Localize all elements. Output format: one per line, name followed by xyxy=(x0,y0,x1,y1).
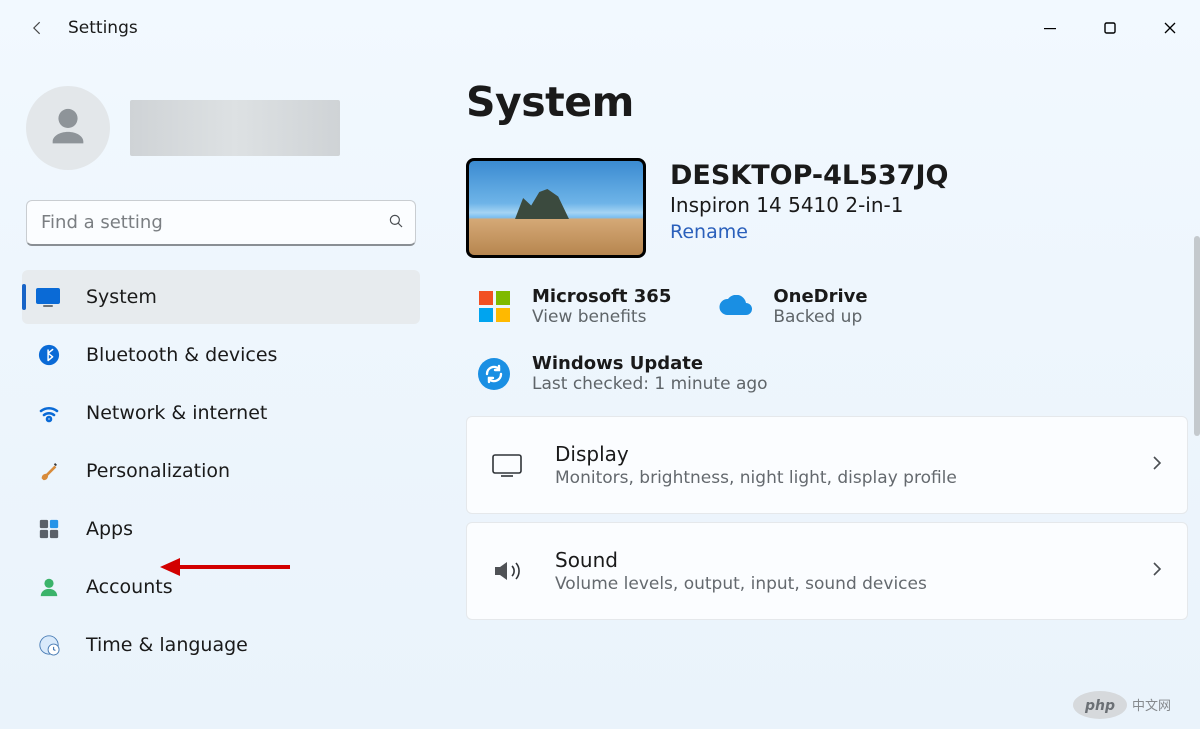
nav-item-personalization[interactable]: Personalization xyxy=(22,444,420,498)
device-row: DESKTOP-4L537JQ Inspiron 14 5410 2-in-1 … xyxy=(466,158,1188,258)
rename-link[interactable]: Rename xyxy=(670,221,948,243)
page-title: System xyxy=(466,78,1188,126)
status-sub: Last checked: 1 minute ago xyxy=(532,374,768,394)
user-name-redacted xyxy=(130,100,340,156)
status-text: OneDrive Backed up xyxy=(773,286,867,327)
search-box[interactable] xyxy=(26,200,416,246)
profile-block[interactable] xyxy=(22,76,420,200)
clock-icon xyxy=(36,632,62,658)
search-icon xyxy=(387,212,405,234)
update-icon xyxy=(474,354,514,394)
wifi-icon xyxy=(36,400,62,426)
nav-label: Accounts xyxy=(86,576,173,598)
nav-label: Time & language xyxy=(86,634,248,656)
setting-titles: Display Monitors, brightness, night ligh… xyxy=(555,442,1119,488)
app-title: Settings xyxy=(68,18,138,38)
search-input[interactable] xyxy=(41,212,387,233)
status-windows-update[interactable]: Windows Update Last checked: 1 minute ag… xyxy=(466,349,776,398)
chevron-right-icon xyxy=(1149,455,1165,475)
nav-item-network[interactable]: Network & internet xyxy=(22,386,420,440)
chevron-right-icon xyxy=(1149,561,1165,581)
status-onedrive[interactable]: OneDrive Backed up xyxy=(707,282,917,331)
account-icon xyxy=(36,574,62,600)
back-button[interactable] xyxy=(26,16,50,40)
sidebar: System Bluetooth & devices Network & int… xyxy=(0,56,430,729)
watermark: php 中文网 xyxy=(1072,689,1192,725)
settings-list: Display Monitors, brightness, night ligh… xyxy=(466,416,1188,620)
setting-sub: Monitors, brightness, night light, displ… xyxy=(555,468,1119,488)
system-icon xyxy=(36,284,62,310)
status-row-2: Windows Update Last checked: 1 minute ag… xyxy=(466,349,1188,398)
nav-item-accounts[interactable]: Accounts xyxy=(22,560,420,614)
watermark-text: 中文网 xyxy=(1132,699,1171,714)
device-info: DESKTOP-4L537JQ Inspiron 14 5410 2-in-1 … xyxy=(670,158,948,243)
nav-label: System xyxy=(86,286,157,308)
brush-icon xyxy=(36,458,62,484)
nav-label: Personalization xyxy=(86,460,230,482)
nav-label: Apps xyxy=(86,518,133,540)
nav-item-time-language[interactable]: Time & language xyxy=(22,618,420,672)
nav-label: Bluetooth & devices xyxy=(86,344,277,366)
window-controls xyxy=(1020,7,1200,49)
display-icon xyxy=(489,452,525,478)
search-wrap xyxy=(22,200,420,270)
titlebar-left: Settings xyxy=(4,16,138,40)
device-name: DESKTOP-4L537JQ xyxy=(670,160,948,191)
status-title: OneDrive xyxy=(773,286,867,307)
setting-sub: Volume levels, output, input, sound devi… xyxy=(555,574,1119,594)
avatar xyxy=(26,86,110,170)
setting-sound[interactable]: Sound Volume levels, output, input, soun… xyxy=(466,522,1188,620)
nav-item-apps[interactable]: Apps xyxy=(22,502,420,556)
status-microsoft365[interactable]: Microsoft 365 View benefits xyxy=(466,282,679,331)
apps-icon xyxy=(36,516,62,542)
titlebar: Settings xyxy=(0,0,1200,56)
status-sub: View benefits xyxy=(532,307,671,327)
nav-item-bluetooth[interactable]: Bluetooth & devices xyxy=(22,328,420,382)
microsoft-logo-icon xyxy=(474,287,514,327)
nav: System Bluetooth & devices Network & int… xyxy=(22,270,420,672)
setting-display[interactable]: Display Monitors, brightness, night ligh… xyxy=(466,416,1188,514)
maximize-button[interactable] xyxy=(1080,7,1140,49)
device-model: Inspiron 14 5410 2-in-1 xyxy=(670,193,948,217)
scrollbar-thumb[interactable] xyxy=(1194,236,1200,436)
setting-titles: Sound Volume levels, output, input, soun… xyxy=(555,548,1119,594)
status-title: Windows Update xyxy=(532,353,768,374)
layout: System Bluetooth & devices Network & int… xyxy=(0,56,1200,729)
onedrive-icon xyxy=(715,287,755,327)
nav-item-system[interactable]: System xyxy=(22,270,420,324)
watermark-brand: php xyxy=(1084,698,1115,714)
nav-label: Network & internet xyxy=(86,402,267,424)
sound-icon xyxy=(489,558,525,584)
status-text: Microsoft 365 View benefits xyxy=(532,286,671,327)
status-row: Microsoft 365 View benefits OneDrive Bac… xyxy=(466,282,1188,331)
status-title: Microsoft 365 xyxy=(532,286,671,307)
bluetooth-icon xyxy=(36,342,62,368)
setting-title: Sound xyxy=(555,548,1119,572)
minimize-button[interactable] xyxy=(1020,7,1080,49)
content: System DESKTOP-4L537JQ Inspiron 14 5410 … xyxy=(430,56,1200,729)
setting-title: Display xyxy=(555,442,1119,466)
status-text: Windows Update Last checked: 1 minute ag… xyxy=(532,353,768,394)
device-wallpaper-thumbnail[interactable] xyxy=(466,158,646,258)
close-button[interactable] xyxy=(1140,7,1200,49)
status-sub: Backed up xyxy=(773,307,867,327)
